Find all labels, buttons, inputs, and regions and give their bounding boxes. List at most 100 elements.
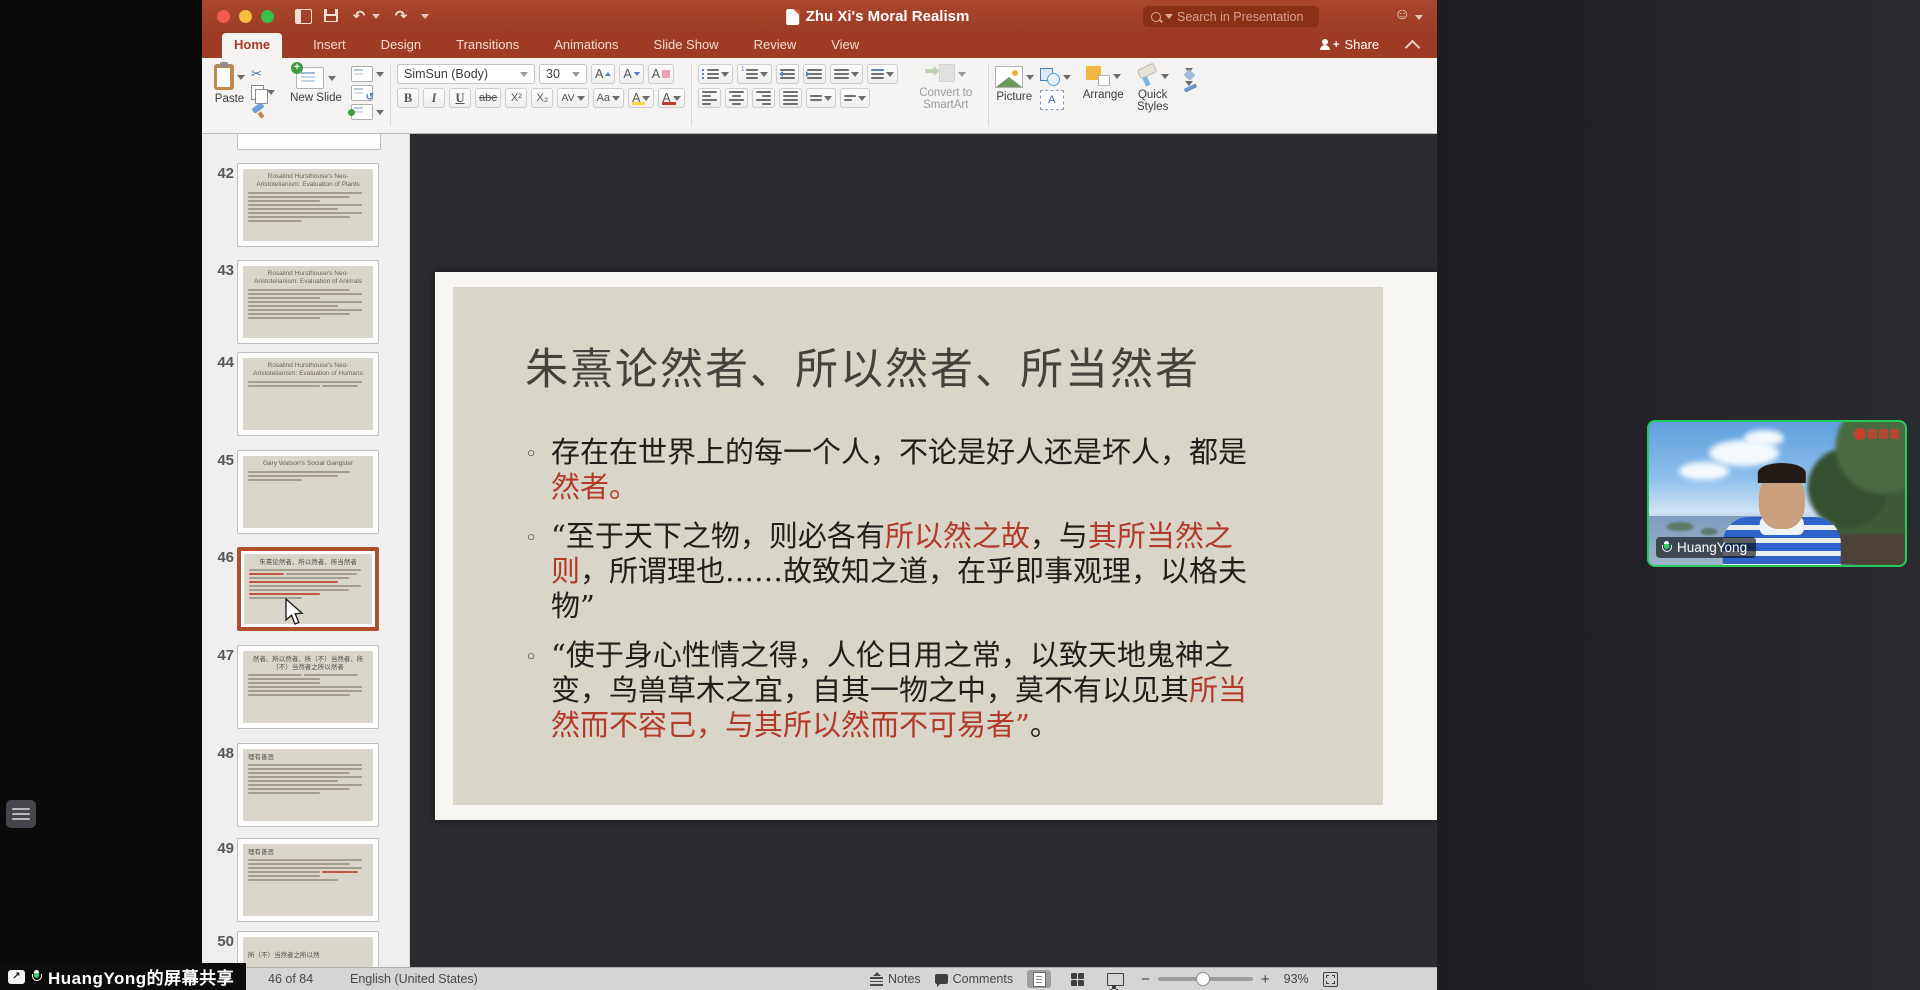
- undo-dropdown-caret[interactable]: [372, 14, 380, 19]
- slide-editor[interactable]: 朱熹论然者、所以然者、所当然者 存在在世界上的每一个人，不论是好人还是坏人，都是…: [410, 134, 1437, 967]
- shape-fill-button[interactable]: [1182, 68, 1193, 73]
- align-right-button[interactable]: [751, 88, 775, 108]
- font-color-button[interactable]: A: [658, 88, 685, 108]
- columns-button[interactable]: [866, 64, 898, 84]
- slide-sorter-view-button[interactable]: [1065, 970, 1089, 988]
- close-button[interactable]: [217, 10, 230, 23]
- strikethrough-button[interactable]: abe: [475, 88, 502, 108]
- tab-animations[interactable]: Animations: [550, 33, 622, 58]
- font-name-select[interactable]: SimSun (Body): [397, 64, 535, 84]
- increase-indent-button[interactable]: [802, 64, 826, 84]
- slide-thumbnail-panel[interactable]: 42 Rosalind Hursthouse's Neo-Aristotelia…: [202, 134, 410, 967]
- zoom-slider[interactable]: [1157, 972, 1253, 986]
- tab-insert[interactable]: Insert: [309, 33, 350, 58]
- bullet-list-button[interactable]: [697, 64, 733, 84]
- minimize-button[interactable]: [239, 10, 252, 23]
- thumbnail-slide-42[interactable]: 42 Rosalind Hursthouse's Neo-Aristotelia…: [202, 163, 409, 247]
- change-case-button[interactable]: Aa: [592, 88, 625, 108]
- line-spacing-button[interactable]: [829, 64, 863, 84]
- search-scope-caret[interactable]: [1165, 14, 1173, 19]
- text-box-button[interactable]: A: [1039, 90, 1064, 110]
- layout-button[interactable]: [351, 66, 384, 82]
- slide-number: 45: [217, 452, 234, 469]
- numbered-list-button[interactable]: [736, 64, 772, 84]
- format-painter-icon[interactable]: [251, 104, 265, 118]
- thumbnail-slide-43[interactable]: 43 Rosalind Hursthouse's Neo-Aristotelia…: [202, 260, 409, 344]
- tab-transitions[interactable]: Transitions: [452, 33, 523, 58]
- slide-body-text[interactable]: 存在在世界上的每一个人，不论是好人还是坏人，都是然者。 “至于天下之物，则必各有…: [525, 435, 1273, 757]
- language-indicator[interactable]: English (United States): [350, 972, 478, 986]
- grow-font-button[interactable]: A: [591, 64, 616, 84]
- mouse-cursor: [285, 598, 304, 625]
- cut-icon[interactable]: [251, 66, 275, 81]
- slideshow-view-button[interactable]: [1103, 970, 1127, 989]
- fit-to-window-icon[interactable]: [1322, 971, 1338, 987]
- highlight-color-button[interactable]: A: [628, 88, 655, 108]
- character-spacing-button[interactable]: AV: [557, 88, 589, 108]
- picture-button[interactable]: Picture: [994, 64, 1034, 103]
- save-icon[interactable]: [324, 7, 340, 27]
- undo-icon[interactable]: [350, 7, 368, 27]
- quick-styles-button[interactable]: Quick Styles: [1130, 64, 1176, 113]
- copy-button[interactable]: [251, 85, 275, 104]
- participant-video-tile[interactable]: HuangYong: [1647, 420, 1907, 567]
- clear-formatting-button[interactable]: A: [647, 64, 675, 84]
- reset-button[interactable]: [351, 85, 384, 103]
- zoom-slider-thumb[interactable]: [1195, 972, 1210, 986]
- thumbnail-slide-45[interactable]: 45 Gary Watson's Social Gangster: [202, 450, 409, 534]
- arrange-button[interactable]: Arrange: [1083, 64, 1124, 101]
- tab-design[interactable]: Design: [377, 33, 425, 58]
- font-size-select[interactable]: 30: [539, 64, 587, 84]
- thumbnail-slide-46-selected[interactable]: 46 朱熹论然者、所以然者、所当然者: [202, 547, 409, 640]
- tab-view[interactable]: View: [827, 33, 863, 58]
- paste-button[interactable]: Paste: [214, 62, 245, 105]
- vertical-align-button[interactable]: [805, 88, 836, 108]
- search-icon: [1151, 11, 1161, 22]
- subscript-button[interactable]: X₂: [531, 88, 554, 108]
- feedback-caret[interactable]: [1415, 15, 1423, 20]
- shapes-button[interactable]: [1039, 68, 1071, 86]
- redo-icon[interactable]: [392, 7, 410, 27]
- comments-toggle[interactable]: Comments: [934, 972, 1013, 987]
- toggle-sidebar-icon[interactable]: [295, 7, 313, 27]
- feedback-smiley-icon[interactable]: [1394, 6, 1410, 24]
- zoom-percentage[interactable]: 93%: [1284, 972, 1309, 986]
- thumbnail-slide-48[interactable]: 48 理有善恶: [202, 743, 409, 827]
- tab-home[interactable]: Home: [222, 33, 283, 58]
- superscript-button[interactable]: X²: [505, 88, 528, 108]
- italic-button[interactable]: I: [423, 88, 445, 108]
- share-button[interactable]: + Share: [1320, 37, 1379, 52]
- thumbnail-slide-47[interactable]: 47 然者、所以然者、所（不）当然者、所（不）当然者之所以然者: [202, 645, 409, 729]
- thumbnail-slide-41-partial[interactable]: [237, 134, 381, 150]
- section-button[interactable]: [348, 104, 384, 120]
- thumbnail-slide-50[interactable]: 50 所（不）当然者之所以然: [202, 931, 409, 967]
- notes-toggle[interactable]: Notes: [870, 972, 921, 986]
- align-left-button[interactable]: [697, 88, 721, 108]
- tab-slide-show[interactable]: Slide Show: [650, 33, 723, 58]
- thumbnail-slide-49[interactable]: 49 理有善恶: [202, 838, 409, 922]
- slide-page[interactable]: 朱熹论然者、所以然者、所当然者 存在在世界上的每一个人，不论是好人还是坏人，都是…: [435, 272, 1437, 820]
- thumbnail-slide-44[interactable]: 44 Rosalind Hursthouse's Neo-Aristotelia…: [202, 352, 409, 436]
- zoom-out-button[interactable]: −: [1141, 971, 1150, 988]
- convert-to-smartart-button[interactable]: Convert to SmartArt: [910, 64, 982, 111]
- shape-outline-button[interactable]: [1182, 81, 1193, 86]
- toolbar-options-caret[interactable]: [421, 14, 429, 19]
- smartart-icon: [925, 64, 956, 84]
- decrease-indent-button[interactable]: [775, 64, 799, 84]
- powerpoint-window: Zhu Xi's Moral Realism Search in Present…: [202, 0, 1437, 990]
- zoom-window-button[interactable]: [261, 10, 274, 23]
- slide-title[interactable]: 朱熹论然者、所以然者、所当然者: [525, 335, 1200, 397]
- new-slide-button[interactable]: New Slide: [287, 62, 345, 104]
- collapsed-panel-handle[interactable]: [6, 800, 36, 828]
- justify-button[interactable]: [778, 88, 802, 108]
- shrink-font-button[interactable]: A: [619, 64, 644, 84]
- underline-button[interactable]: U: [449, 88, 471, 108]
- tab-review[interactable]: Review: [750, 33, 801, 58]
- text-direction-button[interactable]: [839, 88, 870, 108]
- align-center-button[interactable]: [724, 88, 748, 108]
- thumb-title: 理有善恶: [248, 848, 274, 856]
- zoom-in-button[interactable]: +: [1261, 971, 1270, 988]
- normal-view-button[interactable]: [1027, 970, 1052, 988]
- search-input[interactable]: Search in Presentation: [1143, 6, 1319, 27]
- bold-button[interactable]: B: [397, 88, 419, 108]
